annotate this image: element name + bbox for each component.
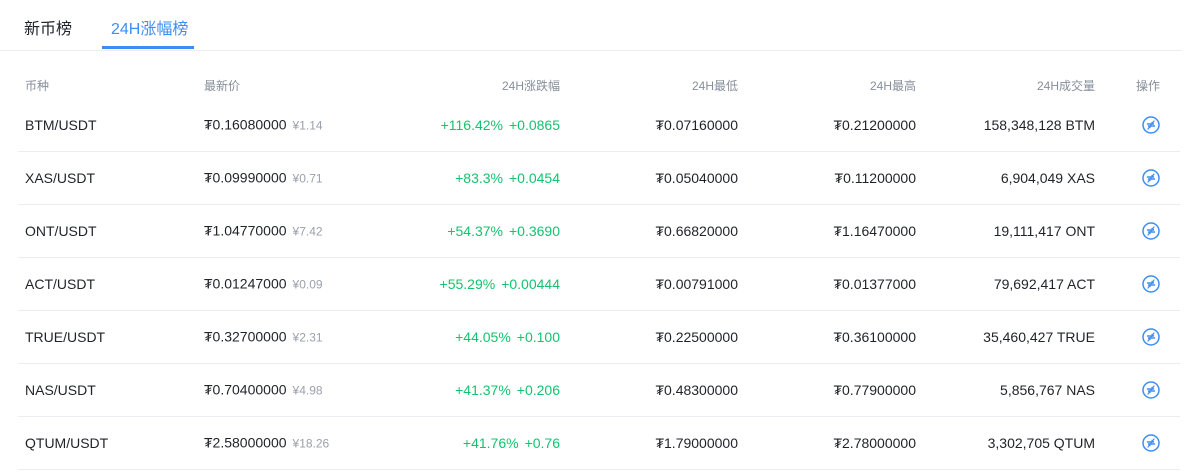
trade-swap-icon[interactable]: [1141, 115, 1161, 135]
change-24h: +41.37% +0.206: [455, 381, 560, 399]
latest-price: ₮0.70400000 ¥4.98: [204, 380, 323, 399]
tab-new-coins[interactable]: 新币榜: [24, 20, 72, 40]
price-cny: ¥1.14: [292, 118, 323, 132]
pair-name[interactable]: QTUM/USDT: [25, 434, 108, 452]
change-amount: +0.76: [524, 434, 560, 451]
header-pair: 币种: [25, 79, 50, 93]
change-percent: +54.37%: [447, 222, 503, 239]
price-cny: ¥0.09: [292, 277, 323, 291]
price-usdt: ₮1.04770000: [204, 222, 287, 238]
pair-name[interactable]: XAS/USDT: [25, 169, 95, 187]
pair-name[interactable]: ACT/USDT: [25, 275, 95, 293]
low-24h: ₮0.22500000: [655, 328, 738, 345]
price-cny: ¥4.98: [292, 383, 323, 397]
header-low: 24H最低: [691, 79, 738, 93]
latest-price: ₮0.16080000 ¥1.14: [204, 115, 323, 134]
change-amount: +0.3690: [509, 222, 560, 239]
trade-swap-icon[interactable]: [1141, 221, 1161, 241]
latest-price: ₮0.09990000 ¥0.71: [204, 168, 323, 187]
change-24h: +41.76% +0.76: [463, 434, 560, 452]
low-24h: ₮0.48300000: [655, 381, 738, 398]
pair-name[interactable]: BTM/USDT: [25, 116, 97, 134]
price-usdt: ₮0.01247000: [204, 275, 287, 291]
latest-price: ₮2.58000000 ¥18.26: [204, 433, 329, 452]
latest-price: ₮0.32700000 ¥2.31: [204, 327, 323, 346]
change-percent: +83.3%: [455, 169, 503, 186]
tab-24h-gainers[interactable]: 24H涨幅榜: [111, 20, 188, 40]
price-usdt: ₮2.58000000: [204, 434, 287, 450]
high-24h: ₮0.21200000: [833, 116, 916, 133]
header-volume: 24H成交量: [1036, 79, 1095, 93]
change-percent: +44.05%: [455, 328, 511, 345]
header-action: 操作: [1136, 79, 1161, 93]
latest-price: ₮1.04770000 ¥7.42: [204, 221, 323, 240]
trade-swap-icon[interactable]: [1141, 327, 1161, 347]
pair-name[interactable]: TRUE/USDT: [25, 328, 105, 346]
volume-24h: 19,111,417 ONT: [993, 222, 1095, 239]
volume-24h: 6,904,049 XAS: [1000, 169, 1095, 186]
active-tab-indicator: [102, 46, 194, 49]
pair-name[interactable]: NAS/USDT: [25, 381, 96, 399]
change-24h: +44.05% +0.100: [455, 328, 560, 346]
change-24h: +55.29% +0.00444: [440, 275, 560, 293]
high-24h: ₮2.78000000: [833, 434, 916, 451]
high-24h: ₮1.16470000: [833, 222, 916, 239]
change-24h: +54.37% +0.3690: [447, 222, 560, 240]
low-24h: ₮0.00791000: [655, 275, 738, 292]
low-24h: ₮0.07160000: [655, 116, 738, 133]
price-cny: ¥7.42: [292, 224, 323, 238]
table-row[interactable]: ACT/USDT ₮0.01247000 ¥0.09 +55.29% +0.00444 ₮…: [18, 257, 1180, 311]
price-usdt: ₮0.70400000: [204, 381, 287, 397]
table-row[interactable]: NAS/USDT ₮0.70400000 ¥4.98 +41.37% +0.206 ₮0.…: [18, 363, 1180, 417]
change-amount: +0.0865: [509, 116, 560, 133]
price-cny: ¥0.71: [292, 171, 323, 185]
volume-24h: 5,856,767 NAS: [1000, 381, 1095, 398]
change-percent: +116.42%: [440, 116, 503, 133]
high-24h: ₮0.77900000: [833, 381, 916, 398]
change-percent: +41.76%: [462, 434, 519, 451]
volume-24h: 158,348,128 BTM: [983, 116, 1095, 133]
low-24h: ₮0.05040000: [655, 169, 738, 186]
table-row[interactable]: ONT/USDT ₮1.04770000 ¥7.42 +54.37% +0.3690 ₮0…: [18, 204, 1180, 258]
change-24h: +116.42% +0.0865: [441, 116, 560, 134]
header-price: 最新价: [204, 79, 241, 93]
change-percent: +55.29%: [439, 275, 496, 292]
change-percent: +41.37%: [455, 381, 511, 398]
table-row[interactable]: TRUE/USDT ₮0.32700000 ¥2.31 +44.05% +0.100 ₮0…: [18, 310, 1180, 364]
change-amount: +0.206: [516, 381, 560, 398]
price-cny: ¥2.31: [292, 330, 323, 344]
low-24h: ₮0.66820000: [655, 222, 738, 239]
table-row[interactable]: XAS/USDT ₮0.09990000 ¥0.71 +83.3% +0.0454 ₮0.…: [18, 151, 1180, 205]
price-usdt: ₮0.09990000: [204, 169, 287, 185]
high-24h: ₮0.11200000: [834, 169, 916, 186]
header-high: 24H最高: [869, 79, 916, 93]
header-change: 24H涨跌幅: [501, 79, 560, 93]
volume-24h: 35,460,427 TRUE: [983, 328, 1095, 345]
low-24h: ₮1.79000000: [655, 434, 738, 451]
change-24h: +83.3% +0.0454: [455, 169, 560, 187]
price-usdt: ₮0.16080000: [204, 116, 287, 132]
pair-name[interactable]: ONT/USDT: [25, 222, 97, 240]
high-24h: ₮0.36100000: [833, 328, 916, 345]
change-amount: +0.00444: [501, 275, 560, 292]
price-usdt: ₮0.32700000: [204, 328, 287, 344]
volume-24h: 3,302,705 QTUM: [987, 434, 1095, 451]
trade-swap-icon[interactable]: [1141, 274, 1161, 294]
trade-swap-icon[interactable]: [1141, 168, 1161, 188]
trade-swap-icon[interactable]: [1141, 433, 1161, 453]
change-amount: +0.100: [516, 328, 560, 345]
price-cny: ¥18.26: [292, 436, 330, 450]
table-row[interactable]: BTM/USDT ₮0.16080000 ¥1.14 +116.42% +0.0865 ₮…: [18, 98, 1180, 152]
latest-price: ₮0.01247000 ¥0.09: [204, 274, 323, 293]
high-24h: ₮0.01377000: [833, 275, 916, 292]
ranking-tabs: 新币榜 24H涨幅榜: [0, 0, 1182, 51]
table-row[interactable]: QTUM/USDT ₮2.58000000 ¥18.26 +41.76% +0.76 ₮1…: [18, 416, 1180, 470]
change-amount: +0.0454: [509, 169, 560, 186]
trade-swap-icon[interactable]: [1141, 380, 1161, 400]
volume-24h: 79,692,417 ACT: [993, 275, 1095, 292]
